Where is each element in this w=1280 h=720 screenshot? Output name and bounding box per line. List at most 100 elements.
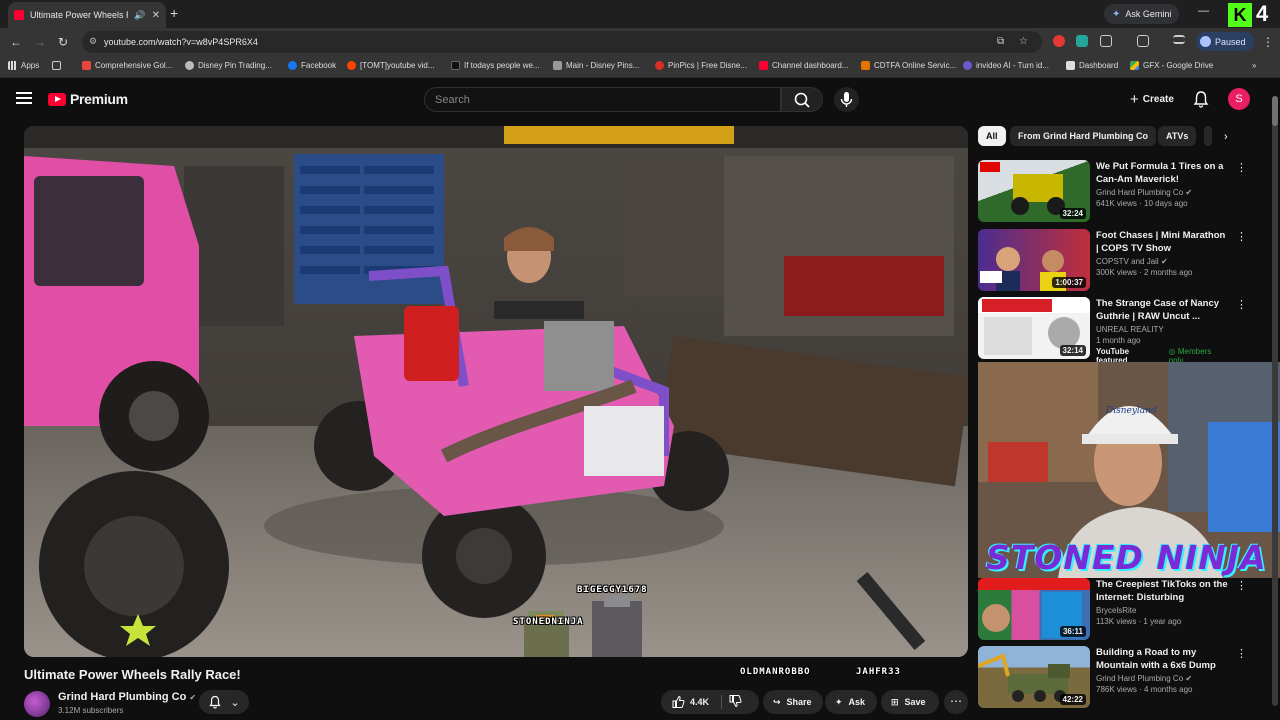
overlay-name-stonedninja: STONEDNINJA: [513, 617, 584, 627]
video-thumbnail[interactable]: 36:11: [978, 578, 1090, 640]
bookmark-item[interactable]: Disney Pin Trading...: [185, 61, 272, 70]
channel-avatar[interactable]: [24, 691, 50, 717]
bookmark-grid[interactable]: [52, 61, 61, 70]
more-options-icon[interactable]: ⋮: [1236, 298, 1247, 311]
video-thumbnail[interactable]: 42:22: [978, 646, 1090, 708]
page-scrollbar[interactable]: [1272, 96, 1278, 706]
video-title[interactable]: Building a Road to my Mountain with a 6x…: [1096, 646, 1228, 672]
chip-from-channel[interactable]: From Grind Hard Plumbing Co: [1010, 126, 1156, 146]
dashboard-icon: [1066, 61, 1075, 70]
side-panel-icon[interactable]: [1137, 35, 1149, 47]
extension-teal-icon[interactable]: [1076, 35, 1088, 47]
chevron-down-icon: ⌄: [230, 696, 240, 709]
chip-next-partial[interactable]: [1204, 126, 1212, 146]
more-options-icon[interactable]: ⋮: [1236, 647, 1247, 660]
bookmark-item[interactable]: GFX - Google Drive: [1130, 61, 1213, 70]
video-title[interactable]: The Creepiest TikToks on the Internet: D…: [1096, 578, 1228, 604]
video-title[interactable]: Foot Chases | Mini Marathon | COPS TV Sh…: [1096, 229, 1228, 255]
recommendation-item[interactable]: 32:24 We Put Formula 1 Tires on a Can-Am…: [978, 160, 1248, 222]
browser-tab-active[interactable]: Ultimate Power Wheels Ral 🔊 ✕: [8, 2, 166, 28]
guide-menu-icon[interactable]: [16, 92, 32, 104]
bookmark-apps[interactable]: Apps: [8, 61, 39, 70]
overlay-name-oldman: OLDMANROBBO: [740, 667, 811, 677]
facebook-icon: [288, 61, 297, 70]
channel-name[interactable]: COPSTV and Jail ✔: [1096, 257, 1228, 266]
bookmark-item[interactable]: Facebook: [288, 61, 336, 70]
save-button[interactable]: ⊞ Save: [881, 690, 939, 714]
bookmark-item[interactable]: Dashboard: [1066, 61, 1118, 70]
like-button[interactable]: 4.4K: [671, 695, 709, 709]
more-actions-icon[interactable]: ⋯: [944, 690, 968, 714]
more-options-icon[interactable]: ⋮: [1236, 161, 1247, 174]
recommendation-item[interactable]: 1:00:37 Foot Chases | Mini Marathon | CO…: [978, 229, 1248, 291]
reload-button[interactable]: ↻: [58, 35, 68, 49]
channel-name[interactable]: Grind Hard Plumbing Co ✔: [1096, 674, 1228, 683]
bookmark-item[interactable]: Comprehensive Gol...: [82, 61, 172, 70]
back-button[interactable]: ←: [10, 35, 22, 49]
site-info-icon[interactable]: ⚙: [89, 36, 97, 47]
bookmark-item[interactable]: invideo AI - Turn id...: [963, 61, 1049, 70]
more-options-icon[interactable]: ⋮: [1236, 579, 1247, 592]
chip-atvs[interactable]: ATVs: [1158, 126, 1197, 146]
extension-red-icon[interactable]: [1053, 35, 1065, 47]
profile-paused-button[interactable]: Paused: [1196, 32, 1254, 51]
address-bar[interactable]: ⚙ youtube.com/watch?v=w8vP4SPR6X4 ⧉ ☆: [82, 31, 1042, 53]
video-player[interactable]: BIGEGGY1678 STONEDNINJA: [24, 126, 968, 657]
recommendation-item[interactable]: 42:22 Building a Road to my Mountain wit…: [978, 646, 1248, 708]
subscription-notifications-button[interactable]: ⌄: [199, 690, 249, 714]
bookmark-item[interactable]: [TOMT]youtube vid...: [347, 61, 435, 70]
browser-tabstrip: Ultimate Power Wheels Ral 🔊 ✕ + ✦ Ask Ge…: [0, 0, 1280, 28]
bookmark-item[interactable]: PinPics | Free Disne...: [655, 61, 747, 70]
channel-name[interactable]: Grind Hard Plumbing Co ✔: [58, 691, 196, 703]
extensions-puzzle-icon[interactable]: [1100, 35, 1112, 47]
video-title[interactable]: The Strange Case of Nancy Guthrie | RAW …: [1096, 297, 1228, 323]
dislike-button[interactable]: [728, 694, 742, 710]
search-icon: [794, 92, 810, 108]
install-app-icon[interactable]: ⧉: [997, 36, 1004, 47]
bookmark-item[interactable]: Channel dashboard...: [759, 61, 849, 70]
thumbs-up-icon: [672, 695, 685, 708]
youtube-premium-logo[interactable]: Premium: [48, 91, 128, 107]
bookmark-star-icon[interactable]: ☆: [1019, 36, 1028, 47]
channel-name[interactable]: BrycelsRite: [1096, 606, 1228, 615]
video-title: Ultimate Power Wheels Rally Race!: [24, 667, 241, 682]
create-label: Create: [1142, 93, 1174, 105]
video-thumbnail[interactable]: 32:14: [978, 297, 1090, 359]
bookmark-favicon-icon: [185, 61, 194, 70]
share-button[interactable]: ↪ Share: [763, 690, 823, 714]
minimize-window-button[interactable]: —: [1198, 5, 1209, 17]
speaker-icon[interactable]: 🔊: [134, 10, 145, 21]
channel-name[interactable]: UNREAL REALITY: [1096, 325, 1228, 334]
bookmark-item[interactable]: Main - Disney Pins...: [553, 61, 639, 70]
video-title[interactable]: We Put Formula 1 Tires on a Can-Am Maver…: [1096, 160, 1228, 186]
video-thumbnail[interactable]: 32:24: [978, 160, 1090, 222]
reading-list-icon[interactable]: [1173, 35, 1185, 44]
channel-name[interactable]: Grind Hard Plumbing Co ✔: [1096, 188, 1228, 197]
video-meta: The Strange Case of Nancy Guthrie | RAW …: [1096, 297, 1228, 365]
video-thumbnail[interactable]: 1:00:37: [978, 229, 1090, 291]
chip-all[interactable]: All: [978, 126, 1006, 146]
ask-gemini-button[interactable]: ✦ Ask Gemini: [1104, 4, 1180, 24]
bookmark-label: Disney Pin Trading...: [198, 61, 272, 70]
more-options-icon[interactable]: ⋮: [1236, 230, 1247, 243]
chevron-right-icon[interactable]: ›: [1224, 131, 1228, 143]
browser-menu-icon[interactable]: ⋮: [1262, 35, 1274, 49]
account-avatar[interactable]: S: [1228, 88, 1250, 110]
video-stats: 786K views · 4 months ago: [1096, 685, 1193, 694]
bookmarks-overflow-icon[interactable]: »: [1252, 61, 1256, 70]
scrollbar-thumb[interactable]: [1272, 96, 1278, 126]
notifications-button[interactable]: [1192, 90, 1210, 113]
ask-button[interactable]: ✦ Ask: [825, 690, 877, 714]
voice-search-button[interactable]: [834, 87, 859, 112]
search-button[interactable]: [781, 87, 823, 112]
forward-button[interactable]: →: [34, 35, 46, 49]
recommendation-item[interactable]: 36:11 The Creepiest TikToks on the Inter…: [978, 578, 1248, 640]
create-button[interactable]: + Create: [1120, 88, 1184, 110]
new-tab-button[interactable]: +: [170, 5, 178, 21]
bookmark-item[interactable]: CDTFA Online Servic...: [861, 61, 956, 70]
recommendation-item[interactable]: 32:14 The Strange Case of Nancy Guthrie …: [978, 297, 1248, 365]
search-input[interactable]: Search: [424, 87, 781, 112]
close-tab-icon[interactable]: ✕: [152, 10, 160, 21]
kick-logo-icon: K: [1228, 3, 1252, 27]
bookmark-item[interactable]: If todays people we...: [451, 61, 540, 70]
